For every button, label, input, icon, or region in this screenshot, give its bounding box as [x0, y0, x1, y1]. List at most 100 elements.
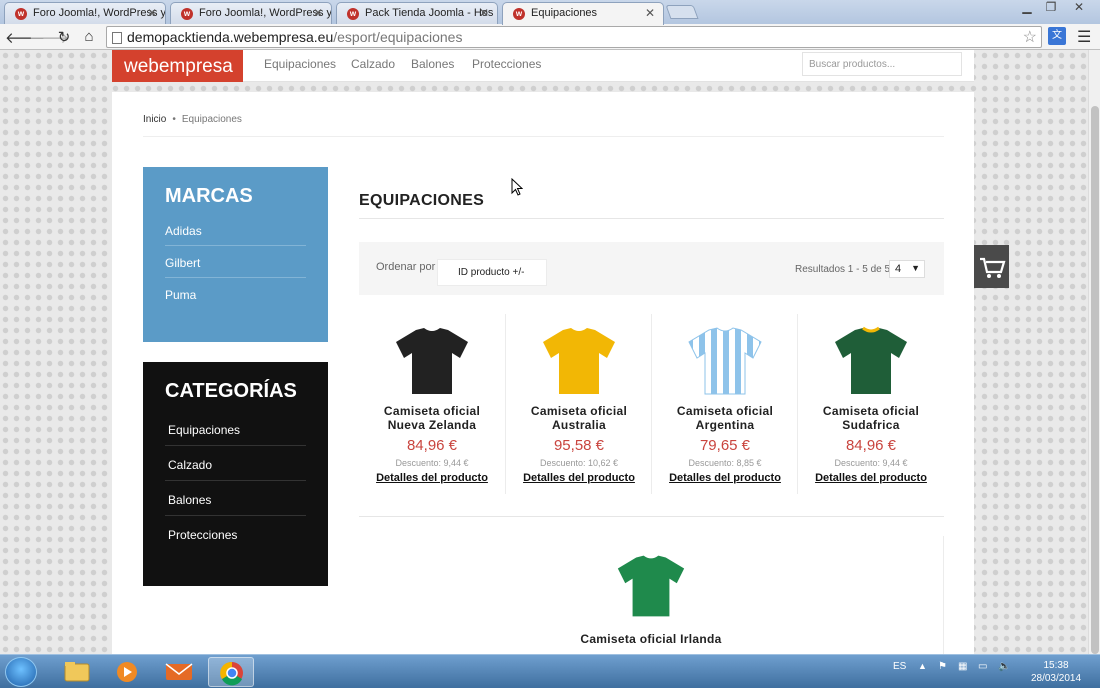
home-icon[interactable]: ⌂ [79, 28, 99, 45]
breadcrumb-separator: • [172, 114, 176, 125]
brand-item-adidas[interactable]: Adidas [165, 214, 306, 246]
site-header: webempresa Equipaciones Calzado Balones … [112, 50, 974, 82]
menu-icon[interactable]: ☰ [1077, 27, 1091, 47]
new-tab-button[interactable] [665, 5, 699, 19]
sort-select[interactable]: ID producto +/- [437, 259, 547, 286]
divider [943, 536, 944, 654]
nav-item-protecciones[interactable]: Protecciones [472, 57, 541, 71]
browser-tab[interactable]: w Pack Tienda Joomla - Hos ✕ [336, 2, 498, 24]
content-area: Inicio • Equipaciones MARCAS Adidas Gilber… [112, 92, 974, 654]
webempresa-favicon-icon: w [181, 8, 193, 20]
search-input[interactable]: Buscar productos... [802, 52, 962, 76]
scrollbar[interactable] [1088, 50, 1100, 654]
jersey-image[interactable] [394, 326, 470, 396]
nav-item-equipaciones[interactable]: Equipaciones [264, 57, 336, 71]
limit-select[interactable]: 4 ▼ [889, 260, 925, 278]
start-button[interactable] [5, 657, 37, 687]
clock-date: 28/03/2014 [1030, 673, 1082, 684]
browser-tab[interactable]: w Foro Joomla!, WordPress y ✕ [170, 2, 332, 24]
chevron-down-icon: ▼ [911, 263, 920, 273]
product-discount: Descuento: 9,44 € [834, 458, 908, 468]
divider [359, 218, 944, 219]
browser-tab-active[interactable]: w Equipaciones ✕ [502, 2, 664, 25]
scrollbar-thumb[interactable] [1091, 106, 1099, 654]
nav-item-balones[interactable]: Balones [411, 57, 454, 71]
product-card: Camiseta oficial Irlanda [578, 548, 724, 646]
close-tab-icon[interactable]: ✕ [313, 6, 323, 20]
browser-tab[interactable]: w Foro Joomla!, WordPress y ✕ [4, 2, 166, 24]
category-item-equipaciones[interactable]: Equipaciones [165, 411, 306, 446]
brands-panel: MARCAS Adidas Gilbert Puma [143, 167, 328, 342]
jersey-image[interactable] [616, 548, 686, 624]
clock-time: 15:38 [1043, 660, 1069, 671]
product-name[interactable]: Camiseta oficial Argentina [652, 404, 798, 432]
product-price: 79,65 € [699, 437, 751, 454]
explorer-icon[interactable] [54, 657, 100, 687]
close-tab-icon[interactable]: ✕ [645, 6, 655, 20]
product-details-link[interactable]: Detalles del producto [815, 472, 927, 484]
translate-icon[interactable]: 文 [1048, 27, 1066, 45]
tab-title: Pack Tienda Joomla - Hos [365, 7, 494, 19]
mouse-cursor-icon [511, 178, 523, 196]
jersey-image[interactable] [687, 326, 763, 396]
product-name[interactable]: Camiseta oficial Australia [506, 404, 652, 432]
site-logo[interactable]: webempresa [112, 50, 243, 82]
product-card: Camiseta oficial Australia 95,58 € Descue… [506, 326, 652, 486]
category-item-balones[interactable]: Balones [165, 481, 306, 516]
jersey-image[interactable] [833, 326, 909, 396]
jersey-image[interactable] [541, 326, 617, 396]
product-price: 84,96 € [406, 437, 458, 454]
close-tab-icon[interactable]: ✕ [479, 6, 489, 20]
nav-item-calzado[interactable]: Calzado [351, 57, 395, 71]
product-details-link[interactable]: Detalles del producto [376, 472, 488, 484]
product-card: Camiseta oficial Nueva Zelanda 84,96 € De… [359, 326, 505, 486]
product-discount: Descuento: 9,44 € [395, 458, 469, 468]
tray-arrow-icon[interactable]: ▲ [918, 661, 927, 671]
close-tab-icon[interactable]: ✕ [147, 6, 157, 20]
language-indicator[interactable]: ES [893, 661, 906, 672]
volume-icon[interactable]: 🔈 [998, 661, 1010, 672]
product-name[interactable]: Camiseta oficial Irlanda [578, 632, 724, 646]
taskbar: ES ▲ ⚑ ▦ ▭ 🔈 15:38 28/03/2014 [0, 654, 1100, 688]
flag-icon[interactable]: ⚑ [938, 661, 947, 672]
category-item-protecciones[interactable]: Protecciones [165, 516, 306, 551]
product-price: 84,96 € [845, 437, 897, 454]
category-item-calzado[interactable]: Calzado [165, 446, 306, 481]
media-player-icon[interactable] [104, 657, 150, 687]
product-details-link[interactable]: Detalles del producto [669, 472, 781, 484]
product-price: 95,58 € [553, 437, 605, 454]
mail-icon[interactable] [156, 657, 202, 687]
restore-icon[interactable]: ❐ [1040, 0, 1062, 14]
reload-icon[interactable]: ↻ [54, 28, 74, 46]
bookmark-star-icon[interactable]: ☆ [1023, 27, 1037, 47]
limit-value: 4 [895, 263, 902, 275]
cart-icon [980, 257, 1006, 278]
url-host: demopacktienda.webempresa.eu [127, 29, 334, 45]
product-details-link[interactable]: Detalles del producto [523, 472, 635, 484]
address-bar[interactable]: demopacktienda.webempresa.eu/esport/equi… [106, 26, 1042, 48]
minimize-icon[interactable]: ▁ [1016, 0, 1038, 14]
network-icon[interactable]: ▦ [958, 661, 967, 672]
page-viewport: webempresa Equipaciones Calzado Balones … [0, 50, 1088, 654]
brand-item-gilbert[interactable]: Gilbert [165, 246, 306, 278]
sort-label: Ordenar por [376, 261, 436, 273]
categories-title: CATEGORÍAS [165, 380, 297, 402]
forward-icon[interactable]: 🡒 [29, 28, 69, 47]
divider [359, 516, 944, 517]
product-name[interactable]: Camiseta oficial Sudafrica [798, 404, 944, 432]
cart-button[interactable] [974, 245, 1009, 288]
divider [143, 136, 944, 137]
power-icon[interactable]: ▭ [978, 661, 987, 672]
back-icon[interactable]: 🡐 [5, 28, 45, 47]
product-card: Camiseta oficial Sudafrica 84,96 € Descue… [798, 326, 944, 486]
close-window-icon[interactable]: ✕ [1068, 0, 1090, 14]
breadcrumb-home[interactable]: Inicio [143, 114, 166, 125]
results-count: Resultados 1 - 5 de 5 [795, 264, 891, 275]
page-title: EQUIPACIONES [359, 192, 485, 209]
chrome-icon[interactable] [208, 657, 254, 687]
product-name[interactable]: Camiseta oficial Nueva Zelanda [359, 404, 505, 432]
webempresa-favicon-icon: w [513, 8, 525, 20]
brand-item-puma[interactable]: Puma [165, 278, 306, 310]
clock[interactable]: 15:38 28/03/2014 [1026, 659, 1086, 685]
product-discount: Descuento: 10,62 € [539, 458, 619, 468]
